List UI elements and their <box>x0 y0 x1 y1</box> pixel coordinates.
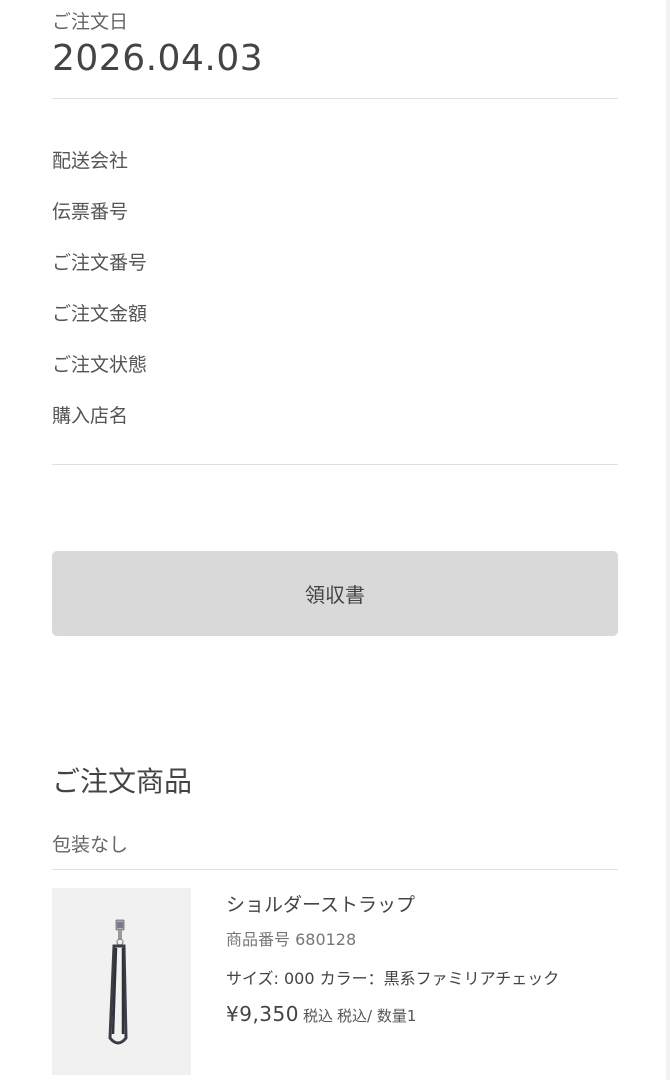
divider <box>52 464 618 465</box>
detail-row-order-status: ご注文状態 <box>52 354 148 376</box>
strap-product-image <box>108 919 128 1045</box>
order-detail-page: ご注文日 2026.04.03 配送会社 伝票番号 ご注文番号 ご注文金額 ご注… <box>0 0 670 1080</box>
detail-row-order-number: ご注文番号 <box>52 252 148 274</box>
wrapping-status: 包装なし <box>52 834 129 856</box>
detail-row-store-name: 購入店名 <box>52 405 129 427</box>
detail-row-order-amount: ご注文金額 <box>52 303 148 325</box>
tax-quantity: 税込/ 数量1 <box>337 1007 417 1025</box>
product-variant: サイズ: 000 カラー：黒系ファミリアチェック <box>226 969 560 988</box>
ordered-items-title: ご注文商品 <box>52 765 193 798</box>
tax-label: 税込 <box>302 1007 333 1025</box>
divider <box>52 98 618 99</box>
detail-row-tracking-number: 伝票番号 <box>52 201 129 223</box>
product-name[interactable]: ショルダーストラップ <box>226 890 415 917</box>
order-date-value: 2026.04.03 <box>52 38 264 79</box>
product-image[interactable] <box>52 888 191 1075</box>
divider <box>52 869 618 870</box>
product-price: ¥9,350 <box>226 1002 299 1026</box>
detail-row-shipping-company: 配送会社 <box>52 150 129 172</box>
order-detail-list: 配送会社 伝票番号 ご注文番号 ご注文金額 ご注文状態 購入店名 <box>52 146 618 452</box>
product-price-line: ¥9,350 税込 税込/ 数量1 <box>226 1002 416 1026</box>
receipt-button[interactable]: 領収書 <box>52 551 618 636</box>
scrollbar-track[interactable] <box>666 0 670 1080</box>
order-date-label: ご注文日 <box>52 11 129 33</box>
product-number: 商品番号 680128 <box>226 930 357 949</box>
